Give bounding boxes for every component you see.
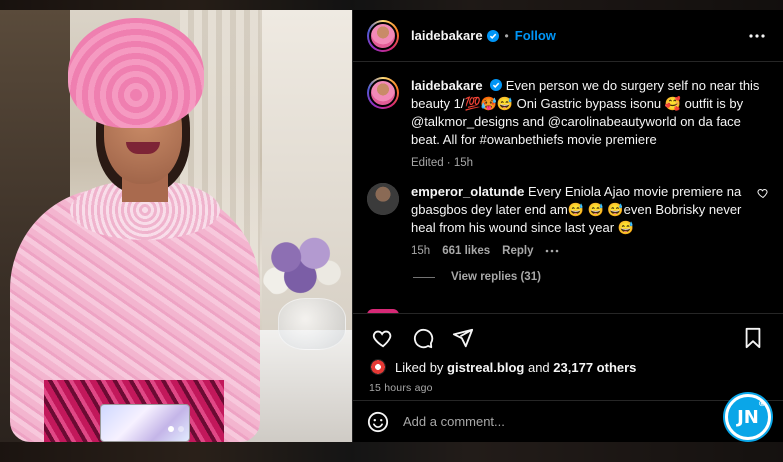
more-icon — [749, 33, 765, 38]
post-header: laidebakare • Follow — [353, 10, 783, 62]
comment-item: emperor_olatunde Every Eniola Ajao movie… — [367, 183, 769, 257]
post-photo[interactable] — [0, 10, 352, 442]
comment-username[interactable]: emperor_olatunde — [411, 184, 524, 199]
comment-input[interactable]: Add a comment... — [403, 414, 505, 429]
post-caption: laidebakare Even person we do surgery se… — [367, 77, 769, 169]
comment-likes-count[interactable]: 661 likes — [442, 245, 490, 257]
view-replies-button[interactable]: View replies (31) — [413, 271, 769, 283]
liker-username[interactable]: gistreal.blog — [447, 360, 524, 375]
add-comment-bar: Add a comment... — [353, 400, 783, 442]
save-button[interactable] — [733, 320, 773, 356]
verified-icon — [486, 29, 499, 42]
emoji-icon[interactable] — [367, 411, 389, 433]
likes-summary: Liked by gistreal.blog and 23,177 others — [363, 356, 773, 378]
comment-more-icon[interactable] — [545, 249, 559, 253]
follow-button[interactable]: Follow — [515, 28, 556, 43]
comments-list[interactable]: laidebakare Even person we do surgery se… — [353, 63, 783, 313]
post-modal: laidebakare • Follow laidebakare Even pe… — [0, 10, 783, 442]
view-replies-label: View replies (31) — [451, 271, 541, 283]
author-username[interactable]: laidebakare — [411, 28, 483, 43]
flower-vase — [258, 226, 352, 304]
post-side-panel: laidebakare • Follow laidebakare Even pe… — [352, 10, 783, 442]
backdrop-feed-strip-bottom — [0, 442, 783, 462]
post-actions: Liked by gistreal.blog and 23,177 others… — [353, 313, 783, 398]
bookmark-icon — [745, 327, 761, 349]
watermark-logo: JN ® — [725, 394, 771, 440]
carousel-dots — [0, 426, 352, 432]
share-icon — [452, 328, 474, 348]
caption-meta: Edited · 15h — [411, 157, 474, 169]
commenter-avatar[interactable] — [367, 183, 399, 215]
carousel-dot — [168, 426, 174, 432]
comment-icon — [413, 328, 434, 349]
handbag — [100, 404, 190, 442]
post-timestamp[interactable]: 15 hours ago — [363, 378, 773, 398]
author-avatar[interactable] — [367, 19, 399, 52]
comment-age: 15h — [411, 245, 431, 257]
comment-button[interactable] — [403, 320, 443, 356]
more-options-button[interactable] — [745, 24, 769, 48]
gele-headwrap — [68, 18, 204, 128]
like-button[interactable] — [363, 320, 403, 356]
carousel-dot — [178, 426, 184, 432]
verified-icon — [490, 79, 503, 91]
reply-button[interactable]: Reply — [502, 245, 533, 257]
comment-like-heart-icon[interactable] — [757, 187, 769, 199]
backdrop-feed-strip — [0, 0, 783, 10]
likes-others-link[interactable]: 23,177 others — [553, 360, 636, 375]
caption-username[interactable]: laidebakare — [411, 78, 483, 93]
caption-avatar[interactable] — [367, 77, 399, 109]
liker-avatar[interactable] — [369, 358, 387, 376]
heart-icon — [372, 330, 392, 348]
share-button[interactable] — [443, 320, 483, 356]
